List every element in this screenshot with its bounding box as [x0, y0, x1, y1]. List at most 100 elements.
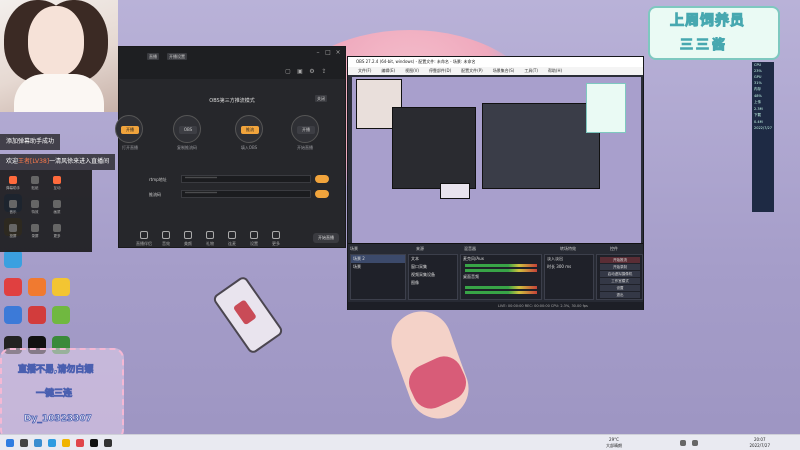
minimize-icon[interactable]: –: [315, 50, 321, 56]
desktop-app-icon[interactable]: [4, 250, 22, 268]
menu-item[interactable]: 文件(F): [358, 68, 371, 73]
taskbar: 29°C 大部晴朗 20:07 2022/7/27: [0, 434, 800, 450]
menu-item[interactable]: 帮助(H): [548, 68, 562, 73]
tool-item[interactable]: 贴纸: [24, 176, 46, 191]
dock-title-transitions: 转场特效: [560, 246, 576, 251]
source-item[interactable]: 文本: [409, 255, 457, 263]
tool-label: 音乐: [9, 210, 17, 214]
tool-item[interactable]: 特效: [24, 200, 46, 215]
menu-item[interactable]: 停靠部件(D): [429, 68, 451, 73]
live-header: 直播 开播设置 – □ × ▢ ▣ ⚙ ⇪: [119, 47, 345, 79]
step-chip: 开播: [121, 126, 139, 134]
system-monitor-widget: CPU 23% GPU 31% 内存 48% 上传 2.3M 下载 0.4M 2…: [752, 62, 774, 212]
scene-item[interactable]: 场景 2: [351, 255, 405, 263]
volume-icon[interactable]: [692, 440, 698, 446]
step-chip: OBS: [179, 126, 197, 134]
source-item[interactable]: 窗口采集: [409, 263, 457, 271]
studio-mode-button[interactable]: 工作室模式: [600, 278, 640, 284]
tool-item[interactable]: 录屏: [24, 224, 46, 239]
weather-widget[interactable]: 29°C 大部晴朗: [606, 437, 622, 449]
step-3: 推流: [235, 115, 263, 143]
title-card-line2: 三三酱: [679, 38, 729, 54]
tool-item[interactable]: 弹幕助手: [2, 176, 24, 191]
tool-label: 贴纸: [31, 186, 39, 190]
tool-item[interactable]: 投屏: [2, 224, 24, 239]
search-icon[interactable]: [20, 439, 28, 447]
tool-label: 弹幕助手: [6, 186, 20, 190]
close-mode-button[interactable]: 关闭: [315, 95, 327, 102]
tool-item[interactable]: 画质: [46, 200, 68, 215]
tool-item[interactable]: 互动: [46, 176, 68, 191]
desktop-app-icon[interactable]: [28, 306, 46, 324]
virtual-camera-button[interactable]: 启动虚拟摄像机: [600, 271, 640, 277]
toast-welcome: 欢迎王者[LV38]一清风徐来进入直播间: [0, 154, 116, 170]
settings-icon[interactable]: ⚙: [309, 69, 315, 75]
taskbar-app-icon[interactable]: [48, 439, 56, 447]
scene-item[interactable]: 场景: [351, 263, 405, 271]
header-tag[interactable]: 开播设置: [167, 53, 187, 60]
exit-button[interactable]: 退出: [600, 292, 640, 298]
menu-item[interactable]: 视图(V): [405, 68, 419, 73]
mixer-meter: [465, 269, 537, 272]
taskbar-app-icon[interactable]: [34, 439, 42, 447]
menu-item[interactable]: 编辑(E): [381, 68, 395, 73]
monitor-label: 上传: [754, 100, 761, 104]
desktop-app-icon[interactable]: [4, 278, 22, 296]
clock[interactable]: 20:07 2022/7/27: [749, 437, 770, 449]
preview-title-card: [586, 83, 626, 133]
taskbar-app-icon[interactable]: [62, 439, 70, 447]
live-tool[interactable]: 礼物: [201, 231, 219, 247]
tool-icon: [31, 224, 39, 232]
tool-icon: [9, 176, 17, 184]
menu-item[interactable]: 配置文件(P): [461, 68, 483, 73]
webcam-feed: [0, 0, 118, 112]
settings-button[interactable]: 设置: [600, 285, 640, 291]
source-item[interactable]: 视频采集设备: [409, 271, 457, 279]
live-tool[interactable]: 连麦: [223, 231, 241, 247]
live-tool[interactable]: 直播伴侣: [135, 231, 153, 247]
mixer-meter: [465, 286, 537, 289]
rtmp-field[interactable]: ****************: [181, 175, 311, 183]
taskbar-app-icon[interactable]: [104, 439, 112, 447]
stream-key-field[interactable]: ****************: [181, 190, 311, 198]
obs-titlebar[interactable]: OBS 27.2.4 (64-bit, windows) - 配置文件: 未命名…: [348, 57, 643, 67]
live-mode-title: OBS第三方推流模式: [209, 98, 255, 104]
close-icon[interactable]: ×: [335, 50, 341, 56]
start-menu-icon[interactable]: [6, 439, 14, 447]
copy-rtmp-button[interactable]: [315, 175, 329, 183]
maximize-icon[interactable]: □: [325, 50, 331, 56]
desktop-app-icon[interactable]: [52, 278, 70, 296]
live-tool[interactable]: 美颜: [179, 231, 197, 247]
menu-item[interactable]: 工具(T): [524, 68, 538, 73]
stream-title-card: 上周饲养员 三三酱: [644, 0, 786, 62]
dock-title-mixer: 混音器: [464, 246, 476, 251]
start-streaming-button[interactable]: 开始推流: [600, 257, 640, 263]
network-icon[interactable]: [680, 440, 686, 446]
tool-item[interactable]: 音乐: [2, 200, 24, 215]
tool-item[interactable]: 更多: [46, 224, 68, 239]
step-4: 开播: [291, 115, 319, 143]
lock-icon[interactable]: ▢: [285, 69, 291, 75]
start-live-button[interactable]: 开始直播: [313, 233, 339, 243]
taskbar-app-icon[interactable]: [90, 439, 98, 447]
rtmp-label: rtmp地址: [149, 177, 167, 182]
share-icon[interactable]: ⇪: [321, 69, 327, 75]
gift-icon[interactable]: ▣: [297, 69, 303, 75]
live-tool[interactable]: 音效: [157, 231, 175, 247]
monitor-label: 下载: [754, 113, 761, 117]
taskbar-app-icon[interactable]: [76, 439, 84, 447]
header-tag[interactable]: 直播: [147, 53, 159, 60]
live-tool[interactable]: 更多: [267, 231, 285, 247]
live-tool[interactable]: 设置: [245, 231, 263, 247]
desktop-app-icon[interactable]: [52, 306, 70, 324]
duration-input[interactable]: 300 ms: [556, 264, 571, 269]
source-item[interactable]: 图像: [409, 279, 457, 287]
start-recording-button[interactable]: 开始录制: [600, 264, 640, 270]
menu-item[interactable]: 场景集合(S): [493, 68, 515, 73]
caption-line2: 一键三连: [36, 389, 73, 400]
obs-window: OBS 27.2.4 (64-bit, windows) - 配置文件: 未命名…: [347, 56, 644, 310]
desktop-app-icon[interactable]: [28, 278, 46, 296]
desktop-app-icon[interactable]: [4, 306, 22, 324]
copy-key-button[interactable]: [315, 190, 329, 198]
transition-select[interactable]: 淡入淡出: [545, 255, 593, 263]
